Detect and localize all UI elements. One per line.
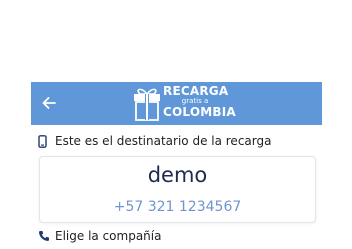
- back-button[interactable]: [37, 91, 61, 115]
- logo-line-colombia: COLOMBIA: [163, 105, 236, 119]
- recipient-name: demo: [147, 163, 208, 187]
- logo-line-gratis: gratis a: [181, 97, 209, 105]
- app-logo: RECARGA gratis a COLOMBIA: [131, 84, 236, 122]
- recipient-phone: +57 321 1234567: [113, 199, 242, 215]
- recipient-card[interactable]: demo +57 321 1234567: [39, 156, 316, 223]
- phone-handset-icon: [38, 230, 52, 242]
- app-header: RECARGA gratis a COLOMBIA: [31, 82, 322, 125]
- logo-wordmark: RECARGA gratis a COLOMBIA: [163, 84, 236, 122]
- company-section-label: Elige la compañía: [38, 229, 161, 243]
- arrow-left-icon: [42, 97, 56, 109]
- gift-icon: [134, 88, 160, 121]
- recipient-label-text: Este es el destinatario de la recarga: [55, 134, 272, 148]
- company-label-text: Elige la compañía: [55, 229, 162, 243]
- logo-line-recarga: RECARGA: [163, 84, 229, 98]
- recipient-section-label: Este es el destinatario de la recarga: [38, 134, 271, 148]
- phone-icon: [38, 134, 52, 148]
